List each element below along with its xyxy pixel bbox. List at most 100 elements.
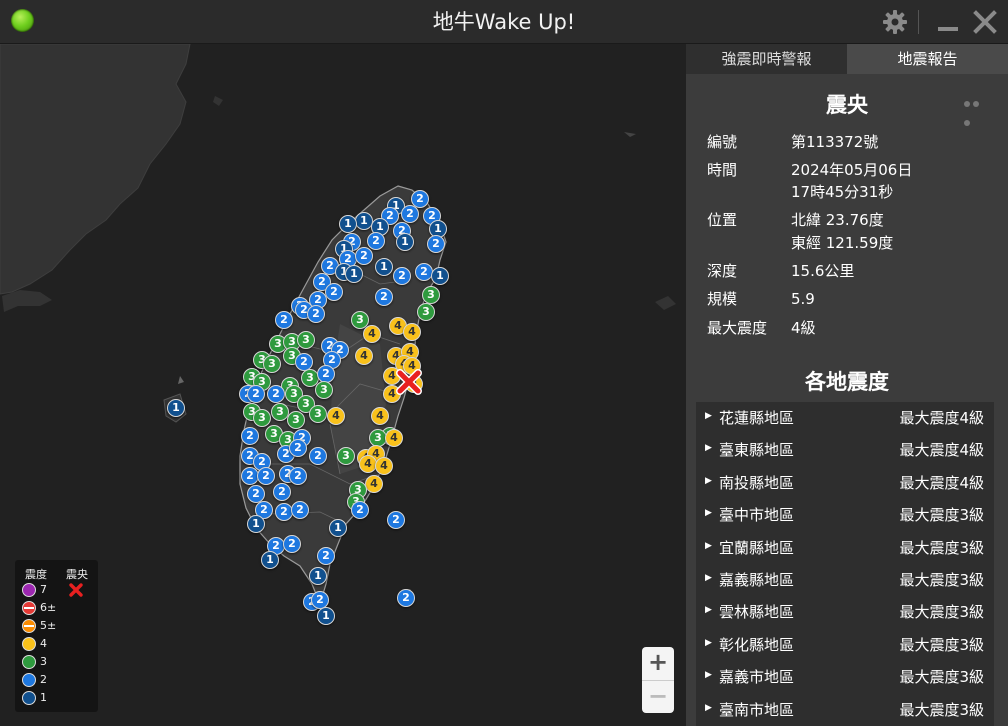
legend-level-label: 2: [40, 673, 47, 686]
station-marker[interactable]: 2: [387, 511, 405, 529]
expand-arrow-icon: ▶: [705, 443, 712, 454]
station-marker[interactable]: 2: [257, 467, 275, 485]
legend-swatch-icon: [22, 583, 36, 597]
station-marker[interactable]: 1: [345, 265, 363, 283]
title-bar: 地牛Wake Up!: [0, 0, 1008, 44]
station-marker[interactable]: 1: [431, 267, 449, 285]
intensity-legend: 震度 震央 7 6± 5± 4 3 2 1: [15, 560, 98, 712]
field-value-id: 第113372號: [791, 133, 879, 151]
station-marker[interactable]: 3: [297, 331, 315, 349]
region-row[interactable]: ▶ 嘉義縣地區 最大震度3級: [696, 564, 994, 596]
station-marker[interactable]: 4: [375, 457, 393, 475]
station-marker[interactable]: 1: [339, 215, 357, 233]
station-marker[interactable]: 2: [393, 267, 411, 285]
station-marker[interactable]: 4: [365, 475, 383, 493]
tab-realtime-alert[interactable]: 強震即時警報: [686, 44, 847, 74]
station-marker[interactable]: 4: [363, 325, 381, 343]
region-row[interactable]: ▶ 臺東縣地區 最大震度4級: [696, 434, 994, 466]
station-marker[interactable]: 1: [247, 515, 265, 533]
station-marker[interactable]: 2: [401, 205, 419, 223]
station-marker[interactable]: 1: [167, 399, 185, 417]
station-marker[interactable]: 2: [325, 283, 343, 301]
station-marker[interactable]: 4: [371, 407, 389, 425]
station-marker[interactable]: 2: [397, 589, 415, 607]
region-row[interactable]: ▶ 南投縣地區 最大震度4級: [696, 467, 994, 499]
station-marker[interactable]: 3: [287, 411, 305, 429]
station-marker[interactable]: 3: [417, 303, 435, 321]
station-marker[interactable]: 4: [327, 407, 345, 425]
expand-arrow-icon: ▶: [705, 605, 712, 616]
legend-row: 7: [22, 582, 47, 598]
field-value-max-intensity: 4級: [791, 319, 816, 337]
legend-swatch-icon: [22, 691, 36, 705]
station-marker[interactable]: 2: [275, 311, 293, 329]
field-value-longitude: 東經 121.59度: [791, 234, 894, 252]
station-marker[interactable]: 1: [261, 551, 279, 569]
region-row[interactable]: ▶ 嘉義市地區 最大震度3級: [696, 661, 994, 693]
legend-epicenter-icon: [68, 582, 84, 598]
station-marker[interactable]: 2: [241, 427, 259, 445]
expand-arrow-icon: ▶: [705, 508, 712, 519]
station-marker[interactable]: 2: [283, 535, 301, 553]
station-marker[interactable]: 2: [375, 288, 393, 306]
expand-arrow-icon: ▶: [705, 572, 712, 583]
station-marker[interactable]: 2: [355, 247, 373, 265]
station-marker[interactable]: 2: [273, 483, 291, 501]
station-marker[interactable]: 4: [385, 429, 403, 447]
region-intensity-list[interactable]: ▶ 花蓮縣地區 最大震度4級 ▶ 臺東縣地區 最大震度4級 ▶ 南投縣地區 最大震度4級 ▶ 臺中市…: [696, 402, 994, 726]
expand-arrow-icon: ▶: [705, 411, 712, 421]
tab-bar: 強震即時警報 地震報告: [686, 44, 1008, 74]
station-marker[interactable]: 2: [309, 447, 327, 465]
station-marker[interactable]: 2: [289, 439, 307, 457]
station-marker[interactable]: 2: [367, 232, 385, 250]
station-marker[interactable]: 3: [422, 286, 440, 304]
zoom-out-button[interactable]: −: [642, 680, 674, 713]
minimize-icon[interactable]: [934, 8, 962, 36]
station-marker[interactable]: 1: [309, 567, 327, 585]
region-max-intensity: 最大震度4級: [899, 409, 984, 427]
zoom-in-button[interactable]: +: [642, 647, 674, 680]
expand-arrow-icon: ▶: [705, 475, 712, 486]
station-marker[interactable]: 1: [329, 519, 347, 537]
station-marker[interactable]: 2: [247, 385, 265, 403]
station-marker[interactable]: 3: [315, 381, 333, 399]
station-marker[interactable]: 3: [253, 409, 271, 427]
station-marker[interactable]: 1: [317, 607, 335, 625]
station-marker[interactable]: 2: [291, 501, 309, 519]
station-marker[interactable]: 2: [289, 467, 307, 485]
region-row[interactable]: ▶ 臺南市地區 最大震度3級: [696, 694, 994, 726]
legend-level-label: 3: [40, 655, 47, 668]
legend-row: 6±: [22, 600, 56, 616]
region-max-intensity: 最大震度3級: [899, 603, 984, 622]
field-value-magnitude: 5.9: [791, 290, 815, 308]
close-icon[interactable]: [971, 8, 999, 36]
epicenter-marker-icon[interactable]: [394, 367, 424, 397]
settings-gear-icon[interactable]: [881, 8, 909, 36]
station-marker[interactable]: 3: [263, 355, 281, 373]
expand-arrow-icon: ▶: [705, 670, 712, 681]
station-marker[interactable]: 1: [375, 258, 393, 276]
station-marker[interactable]: 3: [309, 405, 327, 423]
map-landmass: [0, 44, 676, 606]
more-options-icon[interactable]: [964, 92, 990, 126]
region-row[interactable]: ▶ 彰化縣地區 最大震度3級: [696, 629, 994, 661]
station-marker[interactable]: 2: [307, 305, 325, 323]
region-row[interactable]: ▶ 宜蘭縣地區 最大震度3級: [696, 532, 994, 564]
station-marker[interactable]: 2: [427, 235, 445, 253]
station-marker[interactable]: 4: [403, 323, 421, 341]
tab-earthquake-report[interactable]: 地震報告: [847, 44, 1008, 74]
station-marker[interactable]: 4: [355, 347, 373, 365]
station-marker[interactable]: 2: [317, 547, 335, 565]
station-marker[interactable]: 2: [351, 501, 369, 519]
earthquake-map[interactable]: 2122211121221122221221112222222233344433…: [0, 44, 686, 726]
station-marker[interactable]: 2: [415, 263, 433, 281]
regions-section-title: 各地震度: [805, 370, 889, 394]
station-marker[interactable]: 2: [267, 385, 285, 403]
region-row[interactable]: ▶ 臺中市地區 最大震度3級: [696, 499, 994, 531]
station-marker[interactable]: 1: [396, 233, 414, 251]
station-marker[interactable]: 3: [337, 447, 355, 465]
field-label-id: 編號: [707, 133, 738, 151]
field-label-time: 時間: [707, 161, 738, 179]
region-row[interactable]: ▶ 花蓮縣地區 最大震度4級: [696, 402, 994, 434]
region-row[interactable]: ▶ 雲林縣地區 最大震度3級: [696, 596, 994, 628]
